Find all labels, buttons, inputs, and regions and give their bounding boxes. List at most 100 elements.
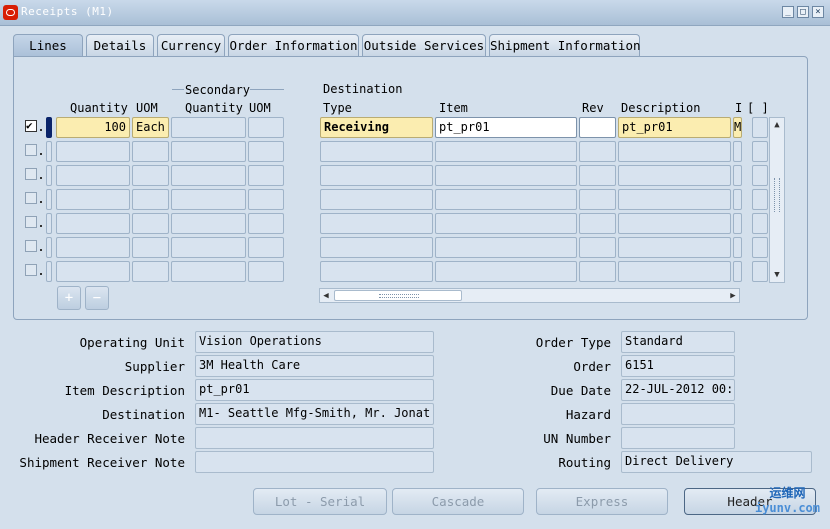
item-field[interactable]	[435, 213, 577, 234]
secondary-quantity-field[interactable]	[171, 165, 246, 186]
item-field[interactable]	[435, 237, 577, 258]
secondary-uom-field[interactable]	[248, 261, 284, 282]
order-field[interactable]: 6151	[621, 355, 735, 377]
folder-field[interactable]	[752, 237, 768, 258]
quantity-field[interactable]	[56, 165, 130, 186]
uom-field[interactable]	[132, 261, 169, 282]
secondary-quantity-field[interactable]	[171, 141, 246, 162]
tab-shipment-information[interactable]: Shipment Information	[489, 34, 641, 56]
description-field[interactable]	[618, 261, 731, 282]
lot-serial-button[interactable]: Lot - Serial	[253, 488, 387, 515]
folder-field[interactable]	[752, 165, 768, 186]
folder-field[interactable]	[752, 141, 768, 162]
i-field[interactable]	[733, 189, 742, 210]
routing-field[interactable]: Direct Delivery	[621, 451, 812, 473]
quantity-field[interactable]	[56, 237, 130, 258]
order-type-field[interactable]: Standard	[621, 331, 735, 353]
hazard-field[interactable]	[621, 403, 735, 425]
vertical-scrollbar[interactable]: ▲ ▼	[769, 117, 785, 283]
folder-field[interactable]	[752, 213, 768, 234]
scroll-grip-icon[interactable]	[774, 178, 780, 212]
scroll-thumb[interactable]	[334, 290, 462, 301]
row-select-checkbox[interactable]	[25, 264, 37, 276]
secondary-uom-field[interactable]	[248, 189, 284, 210]
i-field[interactable]	[733, 237, 742, 258]
description-field[interactable]	[618, 189, 731, 210]
scroll-right-icon[interactable]: ▶	[727, 289, 739, 302]
item-field[interactable]	[435, 141, 577, 162]
quantity-field[interactable]: 100	[56, 117, 130, 138]
item-field[interactable]	[435, 261, 577, 282]
header-receiver-note-field[interactable]	[195, 427, 434, 449]
scroll-grip-icon[interactable]	[379, 294, 419, 298]
item-field[interactable]	[435, 189, 577, 210]
row-select-checkbox[interactable]	[25, 192, 37, 204]
uom-field[interactable]	[132, 189, 169, 210]
uom-field[interactable]	[132, 141, 169, 162]
uom-field[interactable]	[132, 165, 169, 186]
destination-field[interactable]: M1- Seattle Mfg-Smith, Mr. Jonatha	[195, 403, 434, 425]
row-select-checkbox[interactable]	[25, 144, 37, 156]
secondary-quantity-field[interactable]	[171, 261, 246, 282]
rev-field[interactable]	[579, 165, 616, 186]
scroll-down-icon[interactable]: ▼	[771, 268, 783, 282]
delete-row-button[interactable]: −	[85, 286, 109, 310]
secondary-uom-field[interactable]	[248, 141, 284, 162]
quantity-field[interactable]	[56, 261, 130, 282]
destination-type-field[interactable]	[320, 141, 433, 162]
item-description-field[interactable]: pt_pr01	[195, 379, 434, 401]
uom-field[interactable]	[132, 237, 169, 258]
add-row-button[interactable]: +	[57, 286, 81, 310]
quantity-field[interactable]	[56, 213, 130, 234]
uom-field[interactable]: Each	[132, 117, 169, 138]
un-number-field[interactable]	[621, 427, 735, 449]
description-field[interactable]	[618, 141, 731, 162]
horizontal-scrollbar[interactable]: ◀ ▶	[319, 288, 740, 303]
secondary-uom-field[interactable]	[248, 213, 284, 234]
secondary-quantity-field[interactable]	[171, 117, 246, 138]
rev-field[interactable]	[579, 261, 616, 282]
secondary-uom-field[interactable]	[248, 165, 284, 186]
maximize-button[interactable]: □	[797, 6, 809, 18]
secondary-quantity-field[interactable]	[171, 189, 246, 210]
secondary-uom-field[interactable]	[248, 117, 284, 138]
secondary-quantity-field[interactable]	[171, 213, 246, 234]
row-select-checkbox[interactable]	[25, 119, 37, 132]
rev-field[interactable]	[579, 237, 616, 258]
folder-field[interactable]	[752, 261, 768, 282]
rev-field[interactable]	[579, 213, 616, 234]
tab-details[interactable]: Details	[86, 34, 154, 56]
quantity-field[interactable]	[56, 141, 130, 162]
i-field[interactable]	[733, 261, 742, 282]
cascade-button[interactable]: Cascade	[392, 488, 524, 515]
express-button[interactable]: Express	[536, 488, 668, 515]
i-field[interactable]: M	[733, 117, 742, 138]
rev-field[interactable]	[579, 117, 616, 138]
row-select-checkbox[interactable]	[25, 240, 37, 252]
supplier-field[interactable]: 3M Health Care	[195, 355, 434, 377]
folder-field[interactable]	[752, 189, 768, 210]
destination-type-field[interactable]	[320, 189, 433, 210]
destination-type-field[interactable]: Receiving	[320, 117, 433, 138]
shipment-receiver-note-field[interactable]	[195, 451, 434, 473]
quantity-field[interactable]	[56, 189, 130, 210]
scroll-left-icon[interactable]: ◀	[320, 289, 332, 302]
description-field[interactable]	[618, 213, 731, 234]
scroll-up-icon[interactable]: ▲	[771, 118, 783, 132]
row-select-checkbox[interactable]	[25, 216, 37, 228]
tab-order-information[interactable]: Order Information	[228, 34, 359, 56]
i-field[interactable]	[733, 213, 742, 234]
tab-lines[interactable]: Lines	[13, 34, 83, 57]
tab-currency[interactable]: Currency	[157, 34, 225, 56]
close-button[interactable]: ×	[812, 6, 824, 18]
i-field[interactable]	[733, 165, 742, 186]
operating-unit-field[interactable]: Vision Operations	[195, 331, 434, 353]
rev-field[interactable]	[579, 141, 616, 162]
i-field[interactable]	[733, 141, 742, 162]
item-field[interactable]: pt_pr01	[435, 117, 577, 138]
item-field[interactable]	[435, 165, 577, 186]
folder-field[interactable]	[752, 117, 768, 138]
tab-outside-services[interactable]: Outside Services	[362, 34, 486, 56]
rev-field[interactable]	[579, 189, 616, 210]
description-field[interactable]	[618, 165, 731, 186]
